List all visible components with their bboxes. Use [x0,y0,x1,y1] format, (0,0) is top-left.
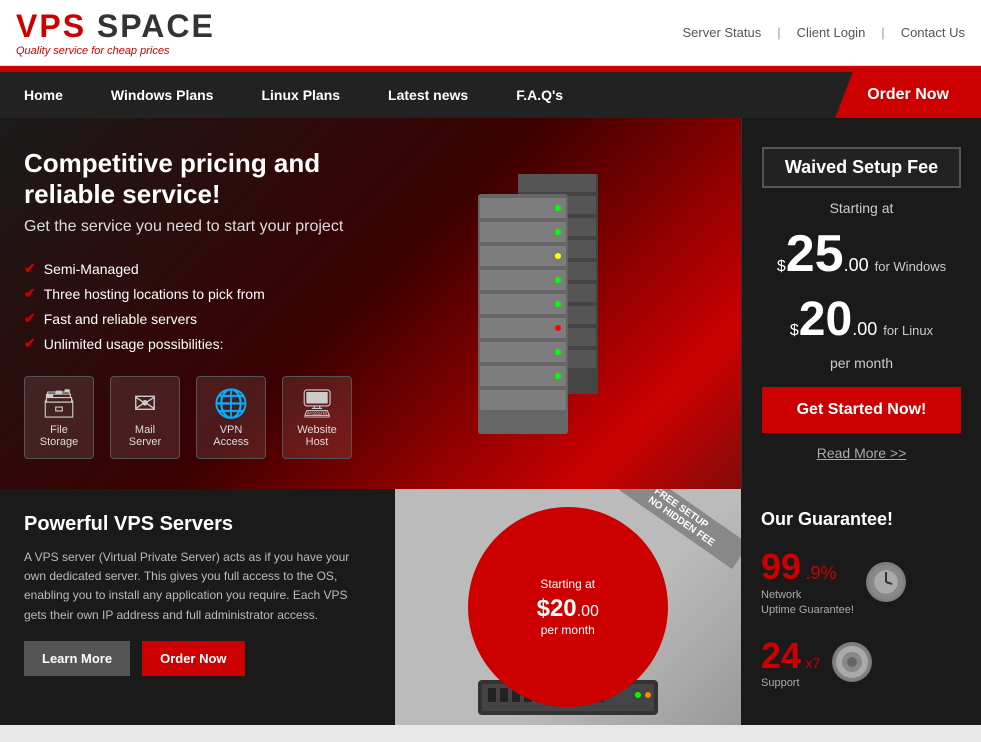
support-guarantee: 24 x7 Support [761,635,961,689]
main-nav: Home Windows Plans Linux Plans Latest ne… [0,72,981,118]
starting-at-label: Starting at [830,200,894,216]
per-month-label: per month [830,355,893,371]
icon-vpn-access[interactable]: 🌐 VPNAccess [196,376,266,459]
linux-price-label: for Linux [883,323,933,338]
icon-website-host[interactable]: 🖥 WebsiteHost [282,376,352,459]
vpn-access-icon: 🌐 [214,387,249,420]
website-host-label: WebsiteHost [297,424,337,448]
support-icon [832,642,872,682]
logo-title: VPS SPACE [16,8,215,45]
vps-description: A VPS server (Virtual Private Server) ac… [24,548,371,625]
mail-server-icon: ✉ [133,387,156,420]
promo-price: $20 [537,595,577,623]
header: VPS SPACE Quality service for cheap pric… [0,0,981,66]
order-now-button[interactable]: Order Now [142,641,244,676]
windows-dollar: $ [777,258,786,276]
read-more-button[interactable]: Read More >> [817,445,907,461]
icon-mail-server[interactable]: ✉ MailServer [110,376,180,459]
promo-per-month: per month [541,623,595,637]
nav-faq[interactable]: F.A.Q's [492,72,587,118]
file-storage-label: FileStorage [40,424,79,448]
nav-latest-news[interactable]: Latest news [364,72,492,118]
logo-space: SPACE [86,8,215,44]
hero-banner: Competitive pricing and reliable service… [0,118,981,489]
support-x7: x7 [806,655,821,671]
uptime-guarantee: 99 .9% NetworkUptime Guarantee! [761,546,961,619]
linux-price-big: 20 [799,292,852,347]
support-label: Support [761,677,820,689]
divider2: | [881,25,884,40]
server-visual [438,154,698,454]
header-nav: Server Status | Client Login | Contact U… [682,25,965,40]
hero-subheadline: Get the service you need to start your p… [24,218,371,236]
hero-headline: Competitive pricing and reliable service… [24,148,371,210]
uptime-number: 99 [761,546,801,587]
hero-icon-group: 🗃 FileStorage ✉ MailServer 🌐 VPNAccess 🖥… [24,376,371,459]
icon-file-storage[interactable]: 🗃 FileStorage [24,376,94,459]
uptime-number-group: 99 .9% NetworkUptime Guarantee! [761,546,854,619]
hero-left: Competitive pricing and reliable service… [0,118,395,489]
contact-us-link[interactable]: Contact Us [901,25,965,40]
lower-buttons: Learn More Order Now [24,641,371,676]
hero-features: Semi-Managed Three hosting locations to … [24,260,371,352]
feature-3: Fast and reliable servers [24,310,371,327]
guarantee-title: Our Guarantee! [761,509,961,530]
linux-dollar: $ [790,322,799,340]
nav-order-now[interactable]: Order Now [835,72,981,118]
linux-price-row: $ 20 .00 for Linux [790,292,933,347]
windows-price-cents: .00 [844,255,869,276]
logo-vps: VPS [16,8,86,44]
hero-pricing: Waived Setup Fee Starting at $ 25 .00 fo… [741,118,981,489]
promo-cents: .00 [577,603,599,621]
feature-1: Semi-Managed [24,260,371,277]
vps-description-panel: Powerful VPS Servers A VPS server (Virtu… [0,489,395,725]
website-host-icon: 🖥 [299,387,335,420]
hero-servers [395,118,742,489]
vpn-access-label: VPNAccess [213,424,248,448]
nav-windows-plans[interactable]: Windows Plans [87,72,238,118]
nav-linux-plans[interactable]: Linux Plans [237,72,364,118]
divider1: | [777,25,780,40]
support-number: 24 [761,635,801,676]
vps-title: Powerful VPS Servers [24,513,371,536]
get-started-button[interactable]: Get Started Now! [762,387,961,433]
promo-badge: Starting at $20 .00 per month [468,507,668,707]
nav-home[interactable]: Home [0,72,87,118]
mail-server-label: MailServer [129,424,161,448]
server-status-link[interactable]: Server Status [682,25,761,40]
lower-section: Powerful VPS Servers A VPS server (Virtu… [0,489,981,725]
promo-area: FREE SETUPNO HIDDEN FEE Starting at $20 … [395,489,742,725]
guarantee-panel: Our Guarantee! 99 .9% NetworkUptime Guar… [741,489,981,725]
client-login-link[interactable]: Client Login [797,25,866,40]
feature-2: Three hosting locations to pick from [24,285,371,302]
waived-badge: Waived Setup Fee [762,147,961,188]
linux-price-cents: .00 [852,319,877,340]
windows-price-label: for Windows [875,259,947,274]
uptime-label: NetworkUptime Guarantee! [761,588,854,619]
promo-price-row: $20 .00 [537,595,599,623]
promo-starting-label: Starting at [540,577,595,591]
uptime-icon [866,562,906,602]
logo-tagline: Quality service for cheap prices [16,45,215,57]
logo: VPS SPACE Quality service for cheap pric… [16,8,215,57]
learn-more-button[interactable]: Learn More [24,641,130,676]
windows-price-big: 25 [786,224,844,284]
feature-4: Unlimited usage possibilities: [24,335,371,352]
support-number-group: 24 x7 Support [761,635,820,689]
windows-price-row: $ 25 .00 for Windows [777,224,946,284]
file-storage-icon: 🗃 [41,387,77,420]
uptime-decimal: .9% [806,563,837,583]
